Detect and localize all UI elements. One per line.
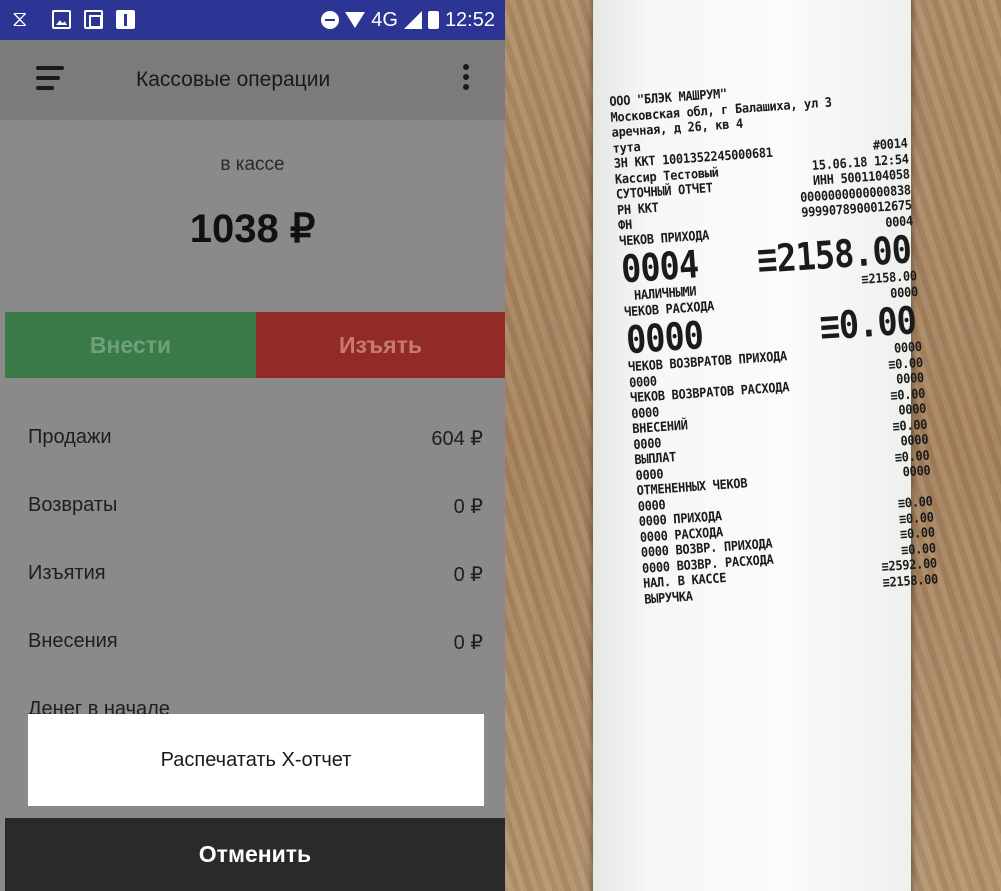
stat-value: 0 ₽ bbox=[453, 564, 483, 586]
network-type: 4G bbox=[371, 8, 398, 31]
receipt-paper: ООО "БЛЭК МАШРУМ" Московская обл, г Бала… bbox=[593, 0, 939, 891]
stat-label: Внесения bbox=[28, 630, 118, 652]
usb-icon bbox=[116, 10, 135, 29]
stat-row-returns: Возвраты 0 ₽ bbox=[0, 466, 505, 534]
status-time: 12:52 bbox=[444, 8, 495, 31]
app-bar: Кассовые операции bbox=[0, 40, 505, 120]
stat-row-deposits: Внесения 0 ₽ bbox=[0, 602, 505, 670]
cancel-button[interactable]: Отменить bbox=[5, 818, 505, 891]
status-bar: ⧖ 4G 12:52 bbox=[0, 0, 505, 40]
stat-row-withdrawals: Изъятия 0 ₽ bbox=[0, 534, 505, 602]
image-icon bbox=[52, 10, 71, 29]
menu-icon[interactable] bbox=[36, 66, 66, 96]
stat-value: 0 ₽ bbox=[453, 632, 483, 654]
page-title: Кассовые операции bbox=[136, 68, 331, 91]
stat-label: Продажи bbox=[28, 426, 112, 448]
hourglass-icon: ⧖ bbox=[12, 6, 28, 31]
stat-row-sales: Продажи 604 ₽ bbox=[0, 398, 505, 466]
stat-value: 604 ₽ bbox=[431, 428, 483, 450]
stat-label: Изъятия bbox=[28, 562, 106, 584]
wifi-icon bbox=[345, 12, 366, 28]
balance-amount: 1038 ₽ bbox=[189, 207, 316, 251]
stat-value: 0 ₽ bbox=[453, 496, 483, 518]
stat-label: Возвраты bbox=[28, 494, 118, 516]
withdraw-button[interactable]: Изъять bbox=[256, 312, 505, 378]
receipt-photo: ООО "БЛЭК МАШРУМ" Московская обл, г Бала… bbox=[505, 0, 1001, 891]
deposit-button[interactable]: Внести bbox=[5, 312, 256, 378]
battery-icon bbox=[427, 11, 439, 29]
status-bar-right: 4G 12:52 bbox=[321, 0, 495, 40]
cellular-signal-icon bbox=[403, 11, 422, 29]
more-options-icon[interactable] bbox=[461, 64, 471, 96]
stats-list: Продажи 604 ₽ Возвраты 0 ₽ Изъятия 0 ₽ В… bbox=[0, 398, 505, 670]
cash-balance-card: в кассе 1038 ₽ bbox=[0, 140, 505, 312]
receipt-text: ООО "БЛЭК МАШРУМ" Московская обл, г Бала… bbox=[609, 74, 944, 608]
balance-label: в кассе bbox=[220, 154, 285, 175]
print-x-report-button[interactable]: Распечатать Х-отчет bbox=[28, 714, 484, 806]
phone-screen: ⧖ 4G 12:52 Кассовые операции в кассе 103… bbox=[0, 0, 505, 891]
do-not-disturb-icon bbox=[321, 11, 340, 29]
frame-icon bbox=[84, 10, 103, 29]
